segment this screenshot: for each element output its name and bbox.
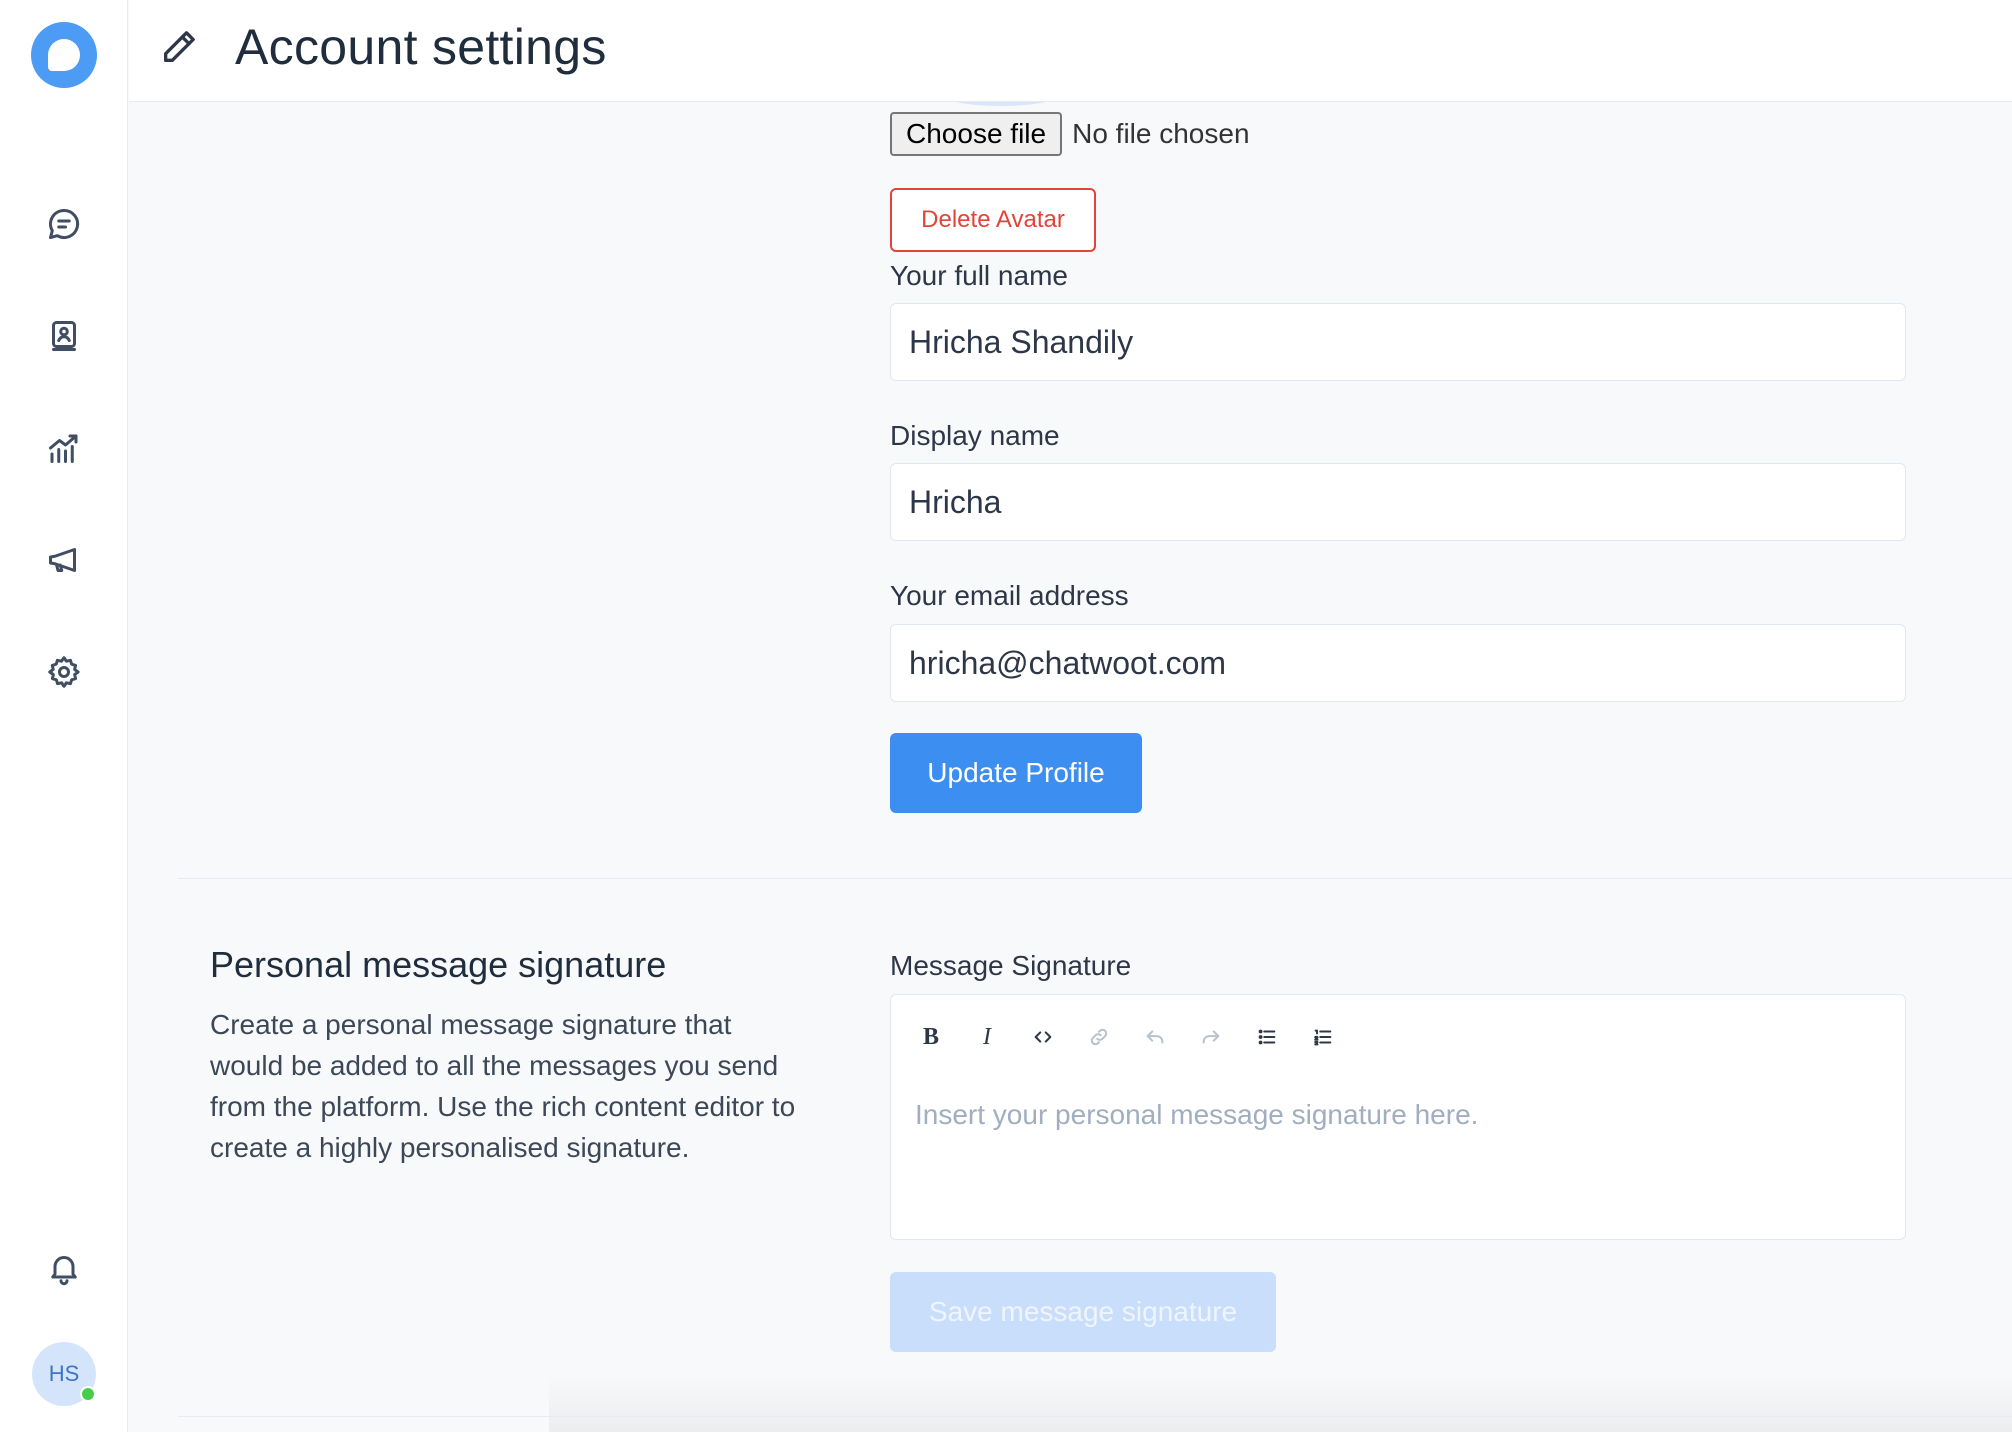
signature-editor[interactable]: B I Insert your personal message signatu… — [890, 994, 1906, 1240]
megaphone-icon[interactable] — [44, 540, 84, 580]
undo-button[interactable] — [1127, 1017, 1183, 1057]
section-divider — [178, 878, 2012, 879]
avatar-file-picker: Choose file No file chosen — [890, 112, 1250, 156]
italic-button[interactable]: I — [959, 1017, 1015, 1057]
bold-icon: B — [922, 1023, 939, 1050]
sidebar: HS — [0, 0, 128, 1432]
pencil-icon — [159, 27, 199, 67]
ordered-list-icon — [1314, 1029, 1332, 1046]
page-header: Account settings — [129, 0, 2012, 102]
file-status-text: No file chosen — [1072, 118, 1250, 149]
editor-toolbar: B I — [903, 1017, 1351, 1057]
bullet-list-icon — [1258, 1029, 1276, 1045]
link-button[interactable] — [1071, 1017, 1127, 1057]
email-input[interactable] — [890, 624, 1906, 702]
signature-placeholder: Insert your personal message signature h… — [915, 1099, 1479, 1130]
bold-button[interactable]: B — [903, 1017, 959, 1057]
redo-icon — [1202, 1030, 1220, 1044]
profile-avatar-preview — [941, 102, 1061, 106]
settings-content: Choose file No file chosen Delete Avatar… — [129, 102, 2012, 1432]
choose-file-button[interactable]: Choose file — [890, 112, 1063, 156]
bullet-list-button[interactable] — [1239, 1017, 1295, 1057]
gear-icon[interactable] — [44, 652, 84, 692]
link-icon — [1090, 1028, 1108, 1046]
redo-button[interactable] — [1183, 1017, 1239, 1057]
signature-section-title: Personal message signature — [210, 944, 667, 985]
message-signature-label: Message Signature — [890, 950, 1132, 981]
delete-avatar-button[interactable]: Delete Avatar — [890, 188, 1096, 252]
signature-section-description: Create a personal message signature that… — [210, 1009, 796, 1163]
italic-icon: I — [983, 1023, 991, 1050]
save-signature-button[interactable]: Save message signature — [890, 1272, 1276, 1352]
display-name-input[interactable] — [890, 463, 1906, 541]
code-icon — [1034, 1031, 1052, 1043]
display-name-label: Display name — [890, 420, 1060, 451]
online-status-indicator — [80, 1386, 96, 1402]
code-button[interactable] — [1015, 1017, 1071, 1057]
bell-icon[interactable] — [44, 1248, 84, 1288]
chat-bubble-icon[interactable] — [44, 204, 84, 244]
ordered-list-button[interactable] — [1295, 1017, 1351, 1057]
page-title: Account settings — [235, 19, 607, 75]
undo-icon — [1146, 1030, 1164, 1044]
full-name-input[interactable] — [890, 303, 1906, 381]
email-label: Your email address — [890, 580, 1129, 611]
modal-shadow-edge — [549, 1374, 2012, 1432]
update-profile-button[interactable]: Update Profile — [890, 733, 1142, 813]
app-logo-icon[interactable] — [31, 22, 97, 88]
section-divider-bottom — [178, 1416, 2012, 1417]
contact-book-icon[interactable] — [44, 316, 84, 356]
chart-icon[interactable] — [44, 428, 84, 468]
full-name-label: Your full name — [890, 260, 1068, 291]
